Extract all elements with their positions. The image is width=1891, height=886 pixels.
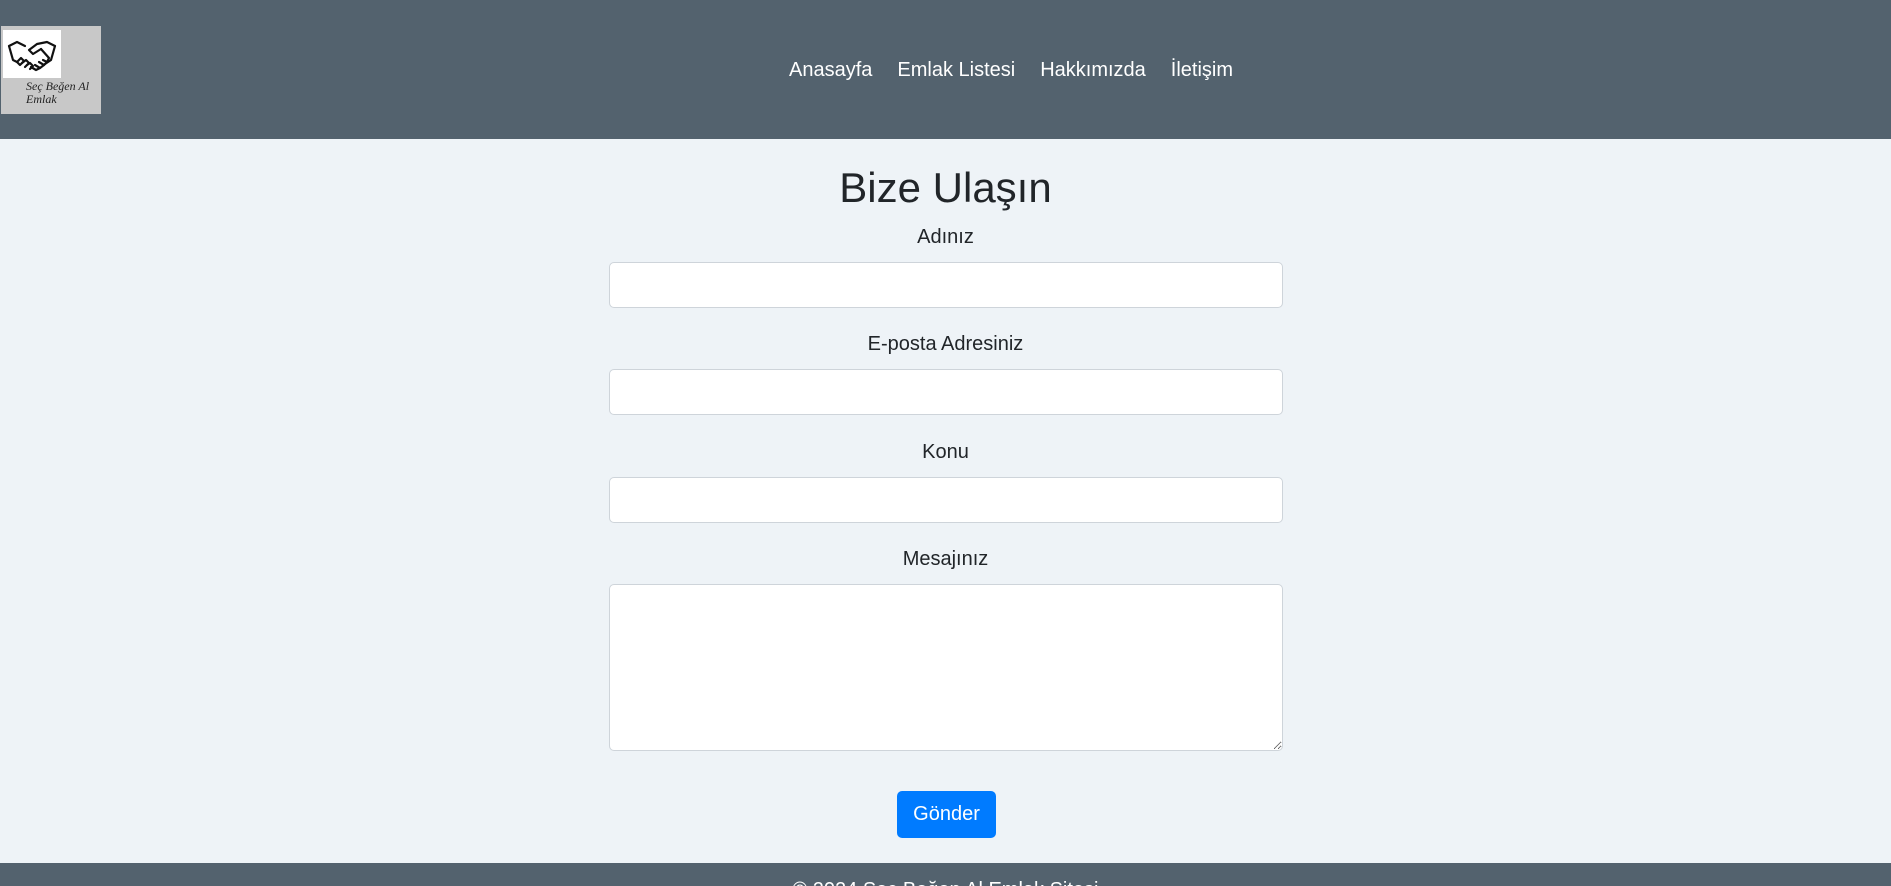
email-label: E-posta Adresiniz <box>867 333 1024 355</box>
message-label: Mesajınız <box>902 548 989 570</box>
nav-link-hakkimizda[interactable]: Hakkımızda <box>1040 56 1146 84</box>
email-input[interactable] <box>609 369 1283 415</box>
name-label: Adınız <box>917 226 974 248</box>
subject-input[interactable] <box>609 477 1283 523</box>
site-logo[interactable]: Seç Beğen Al Emlak <box>1 26 101 114</box>
main-nav: Anasayfa Emlak Listesi Hakkımızda İletiş… <box>789 56 1233 84</box>
site-footer: © 2024 Seç Beğen Al Emlak Sitesi <box>0 863 1891 886</box>
name-input[interactable] <box>609 262 1283 308</box>
site-header: Seç Beğen Al Emlak Anasayfa Emlak Listes… <box>0 0 1891 139</box>
nav-link-emlak-listesi[interactable]: Emlak Listesi <box>897 56 1015 84</box>
nav-link-iletisim[interactable]: İletişim <box>1171 56 1233 84</box>
footer-copyright: © 2024 Seç Beğen Al Emlak Sitesi <box>0 877 1891 886</box>
handshake-icon <box>3 30 61 78</box>
nav-link-anasayfa[interactable]: Anasayfa <box>789 56 872 84</box>
submit-button[interactable]: Gönder <box>897 791 996 838</box>
logo-text: Seç Beğen Al Emlak <box>26 79 90 106</box>
message-textarea[interactable] <box>609 584 1283 751</box>
page-title: Bize Ulaşın <box>839 164 1052 211</box>
subject-label: Konu <box>922 441 969 463</box>
